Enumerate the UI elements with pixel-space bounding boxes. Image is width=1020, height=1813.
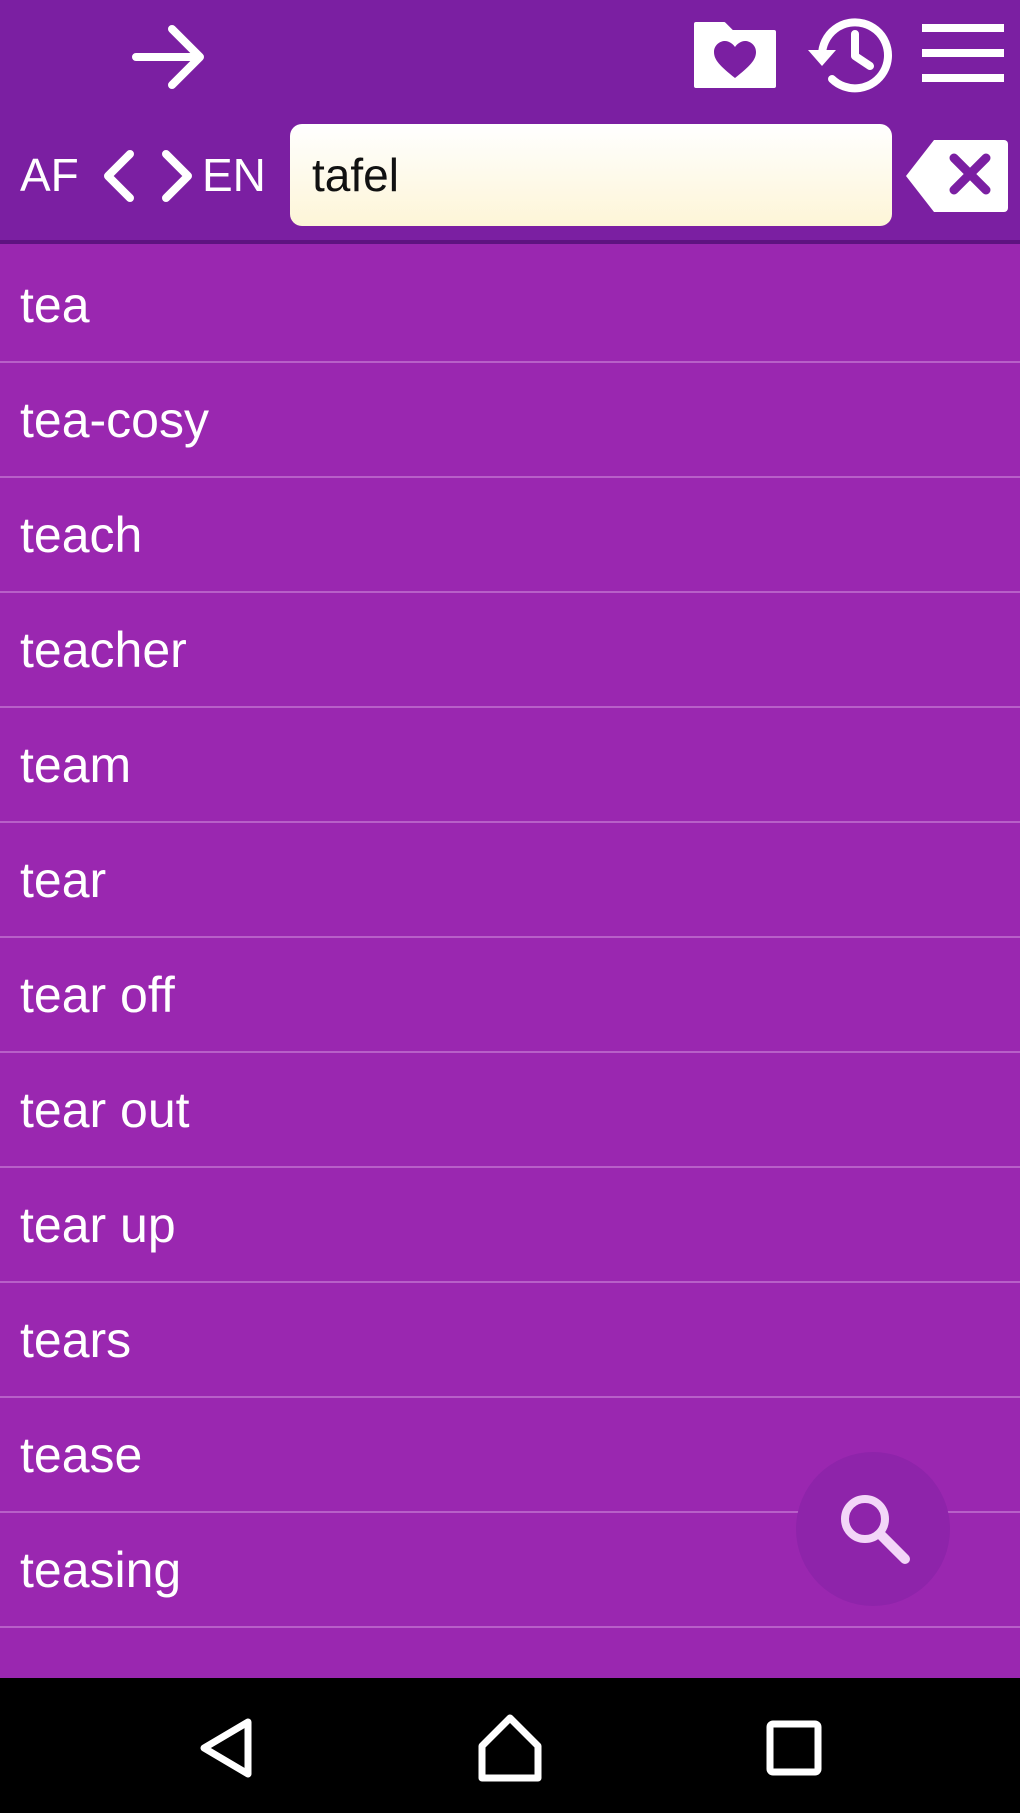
word-list: tea tea-cosy teach teacher team tear tea…	[0, 248, 1020, 1628]
target-language-label[interactable]: EN	[202, 152, 266, 198]
source-language-label[interactable]: AF	[20, 152, 79, 198]
top-bar: AF EN	[0, 0, 1020, 244]
search-field[interactable]	[290, 124, 892, 226]
back-icon[interactable]	[188, 1708, 268, 1788]
list-item[interactable]: teach	[0, 478, 1020, 593]
list-item[interactable]: tear up	[0, 1168, 1020, 1283]
list-item[interactable]: tear out	[0, 1053, 1020, 1168]
list-item[interactable]: tears	[0, 1283, 1020, 1398]
home-icon[interactable]	[470, 1708, 550, 1788]
recent-apps-icon[interactable]	[754, 1708, 834, 1788]
menu-icon[interactable]	[920, 20, 1006, 86]
system-navigation-bar	[0, 1678, 1020, 1813]
list-item[interactable]: tear	[0, 823, 1020, 938]
swap-languages-icon[interactable]	[100, 150, 196, 202]
search-fab-button[interactable]	[796, 1452, 950, 1606]
favorites-folder-heart-icon[interactable]	[690, 18, 780, 92]
search-input[interactable]	[312, 148, 870, 202]
list-item[interactable]: tea-cosy	[0, 363, 1020, 478]
forward-arrow-icon[interactable]	[128, 15, 212, 99]
app-screen: AF EN tea tea-cosy teach teacher team te…	[0, 0, 1020, 1813]
list-item[interactable]: teacher	[0, 593, 1020, 708]
backspace-clear-icon[interactable]	[904, 136, 1010, 216]
search-icon	[833, 1487, 913, 1572]
language-selector: AF EN	[0, 122, 280, 226]
list-item[interactable]: tear off	[0, 938, 1020, 1053]
history-icon[interactable]	[800, 10, 896, 100]
list-item[interactable]: tea	[0, 248, 1020, 363]
list-item[interactable]: team	[0, 708, 1020, 823]
